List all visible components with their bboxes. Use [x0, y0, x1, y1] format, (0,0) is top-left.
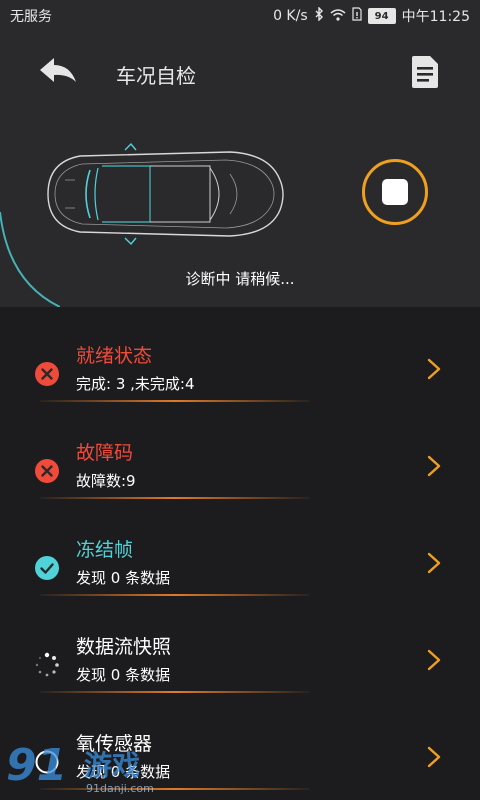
check-icon: [35, 556, 59, 580]
clock: 中午11:25: [401, 9, 470, 25]
list-item-ready-status[interactable]: 就绪状态 完成: 3 ,未完成:4: [0, 307, 480, 404]
chevron-right-icon: [427, 746, 441, 768]
error-icon: [35, 459, 59, 483]
divider: [40, 497, 310, 499]
car-outline-image: [47, 142, 284, 246]
stop-icon: [382, 179, 408, 205]
back-arrow-icon: [40, 58, 76, 82]
item-subtitle: 完成: 3 ,未完成:4: [76, 375, 195, 393]
watermark-logo: 91 游戏 91danji.com: [0, 740, 170, 800]
wifi-icon: [330, 8, 346, 25]
page-title: 车况自检: [116, 64, 196, 88]
loading-spinner-icon: [35, 652, 59, 677]
list-item-freeze-frame[interactable]: 冻结帧 发现 0 条数据: [0, 501, 480, 598]
status-indicators: 0 K/s 94 中午11:25: [273, 6, 470, 26]
item-subtitle: 发现 0 条数据: [76, 569, 171, 587]
status-bar: 无服务 0 K/s 94 中午11:25: [0, 0, 480, 32]
sim-icon: [352, 7, 362, 25]
chevron-right-icon: [427, 358, 441, 380]
network-speed: 0 K/s: [273, 8, 308, 24]
item-title: 冻结帧: [76, 539, 134, 561]
item-title: 数据流快照: [76, 636, 172, 658]
check-list: 就绪状态 完成: 3 ,未完成:4 故障码 故障数:9 冻结帧 发现 0 条数据: [0, 307, 480, 800]
decorative-arc: [0, 212, 60, 307]
battery-indicator: 94: [367, 8, 396, 24]
chevron-right-icon: [427, 455, 441, 477]
back-button[interactable]: [36, 54, 80, 90]
divider: [40, 400, 310, 402]
watermark-text: 游戏: [84, 749, 141, 782]
item-title: 就绪状态: [76, 345, 153, 367]
list-item-data-stream-snapshot[interactable]: 数据流快照 发现 0 条数据: [0, 598, 480, 695]
diagnosis-header: 车况自检 诊断中 请稍候...: [0, 32, 480, 307]
watermark-url: 91danji.com: [86, 782, 154, 795]
chevron-right-icon: [427, 552, 441, 574]
watermark-number: 91: [6, 740, 68, 791]
carrier-label: 无服务: [10, 9, 52, 25]
bluetooth-icon: [314, 6, 324, 25]
item-subtitle: 故障数:9: [76, 472, 136, 490]
divider: [40, 691, 310, 693]
document-icon: [412, 56, 438, 88]
list-item-fault-codes[interactable]: 故障码 故障数:9: [0, 404, 480, 501]
error-icon: [35, 362, 59, 386]
divider: [40, 594, 310, 596]
item-subtitle: 发现 0 条数据: [76, 666, 171, 684]
diagnosis-status: 诊断中 请稍候...: [185, 270, 295, 288]
item-title: 故障码: [76, 442, 134, 464]
report-button[interactable]: [408, 54, 442, 90]
stop-diagnosis-button[interactable]: [362, 159, 428, 225]
chevron-right-icon: [427, 649, 441, 671]
